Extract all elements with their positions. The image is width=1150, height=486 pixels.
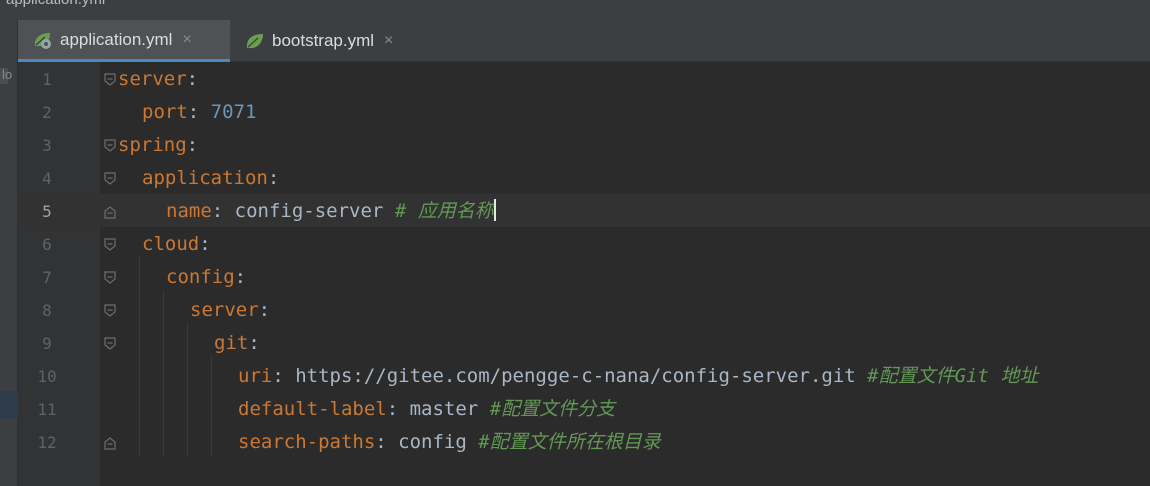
line-number: 7 [42, 268, 52, 287]
code-line: server: [190, 294, 270, 327]
fold-marker-icon[interactable] [103, 238, 117, 252]
yaml-separator: : [187, 101, 211, 123]
line-number: 12 [37, 433, 57, 452]
code-line: spring: [118, 129, 198, 162]
yaml-separator: : [267, 167, 280, 189]
close-tab-icon[interactable]: × [182, 31, 191, 49]
fold-marker-icon[interactable] [103, 139, 117, 153]
indent-guide [187, 323, 188, 455]
fold-marker-icon[interactable] [103, 304, 117, 318]
yaml-separator: : [199, 233, 211, 255]
line-number: 5 [42, 202, 52, 221]
window-title-bar: application.yml [0, 0, 1150, 20]
fold-marker-icon[interactable] [103, 271, 117, 285]
code-line: config: [166, 261, 246, 294]
line-number: 6 [42, 235, 52, 254]
code-line: cloud: [142, 228, 211, 261]
window-title: application.yml [6, 0, 105, 8]
yaml-key: application [142, 167, 268, 189]
code-line: git: [214, 327, 260, 360]
vertical-scrollbar[interactable] [1138, 62, 1150, 486]
yaml-key: default-label [238, 398, 387, 420]
tab-bootstrap-yml[interactable]: bootstrap.yml × [230, 20, 430, 62]
indent-guide [211, 356, 212, 455]
close-tab-icon[interactable]: × [384, 32, 393, 50]
tab-label: bootstrap.yml [272, 31, 375, 50]
yaml-separator: : [272, 365, 296, 387]
code-line: port: 7071 [142, 96, 256, 129]
fold-end-marker-icon[interactable] [103, 436, 117, 450]
yaml-separator: : [186, 68, 199, 90]
line-number: 10 [37, 367, 57, 386]
yaml-key: server [190, 299, 259, 321]
code-line: server: [118, 63, 198, 96]
yaml-key: spring [118, 134, 187, 156]
yaml-value: config [398, 431, 479, 453]
yaml-comment: #配置文件所在根目录 [478, 431, 661, 453]
line-number: 2 [42, 103, 52, 122]
line-number: 9 [42, 334, 52, 353]
yaml-value: https://gitee.com/pengge-c-nana/config-s… [295, 365, 868, 387]
fold-marker-icon[interactable] [103, 172, 117, 186]
fold-end-marker-icon[interactable] [103, 205, 117, 219]
yaml-key: name [166, 200, 212, 222]
yaml-comment: #配置文件分支 [489, 398, 616, 420]
yaml-key: search-paths [238, 431, 376, 453]
yaml-key: port [142, 101, 188, 123]
yaml-separator: : [211, 200, 235, 222]
yaml-comment: #配置文件Git 地址 [867, 365, 1039, 387]
line-number: 4 [42, 169, 52, 188]
code-line: uri: https://gitee.com/pengge-c-nana/con… [238, 360, 1038, 393]
fold-marker-icon[interactable] [103, 337, 117, 351]
yaml-separator: : [248, 332, 260, 354]
yaml-key: config [166, 266, 235, 288]
yaml-value: 7071 [210, 101, 257, 123]
indent-guide [139, 257, 140, 455]
tab-application-yml[interactable]: application.yml × [18, 20, 230, 62]
fold-marker-icon[interactable] [103, 73, 117, 87]
spring-leaf-icon [244, 31, 266, 51]
yaml-key: git [214, 332, 249, 354]
code-line: search-paths: config #配置文件所在根目录 [238, 426, 661, 459]
editor-tab-bar: application.yml × bootstrap.yml × [0, 20, 1150, 62]
yaml-key: uri [238, 365, 273, 387]
line-number: 1 [42, 70, 52, 89]
yaml-separator: : [386, 398, 410, 420]
yaml-separator: : [375, 431, 399, 453]
line-number: 11 [37, 400, 57, 419]
indent-guide [163, 290, 164, 455]
tab-label: application.yml [60, 29, 173, 49]
yaml-value: master [409, 398, 490, 420]
strip-clipped-text: lo [2, 67, 13, 82]
yaml-key: server [118, 68, 187, 90]
yaml-separator: : [258, 299, 271, 321]
text-caret [493, 199, 496, 221]
code-line: name: config-server # 应用名称 [166, 195, 496, 228]
left-tool-strip: lo [0, 20, 18, 486]
line-number: 3 [42, 136, 52, 155]
yaml-separator: : [186, 134, 199, 156]
line-number: 8 [42, 301, 52, 320]
code-line: default-label: master #配置文件分支 [238, 393, 615, 426]
yaml-key: cloud [142, 233, 200, 255]
spring-leaf-gear-icon [32, 30, 54, 50]
yaml-separator: : [234, 266, 247, 288]
strip-selection-marker [0, 391, 18, 419]
yaml-comment: # 应用名称 [394, 200, 494, 222]
yaml-value: config-server [234, 200, 395, 222]
code-line: application: [142, 162, 279, 195]
code-editor[interactable]: 1 server: 2 port: 7071 3 spring: 4 application:… [18, 62, 1150, 486]
